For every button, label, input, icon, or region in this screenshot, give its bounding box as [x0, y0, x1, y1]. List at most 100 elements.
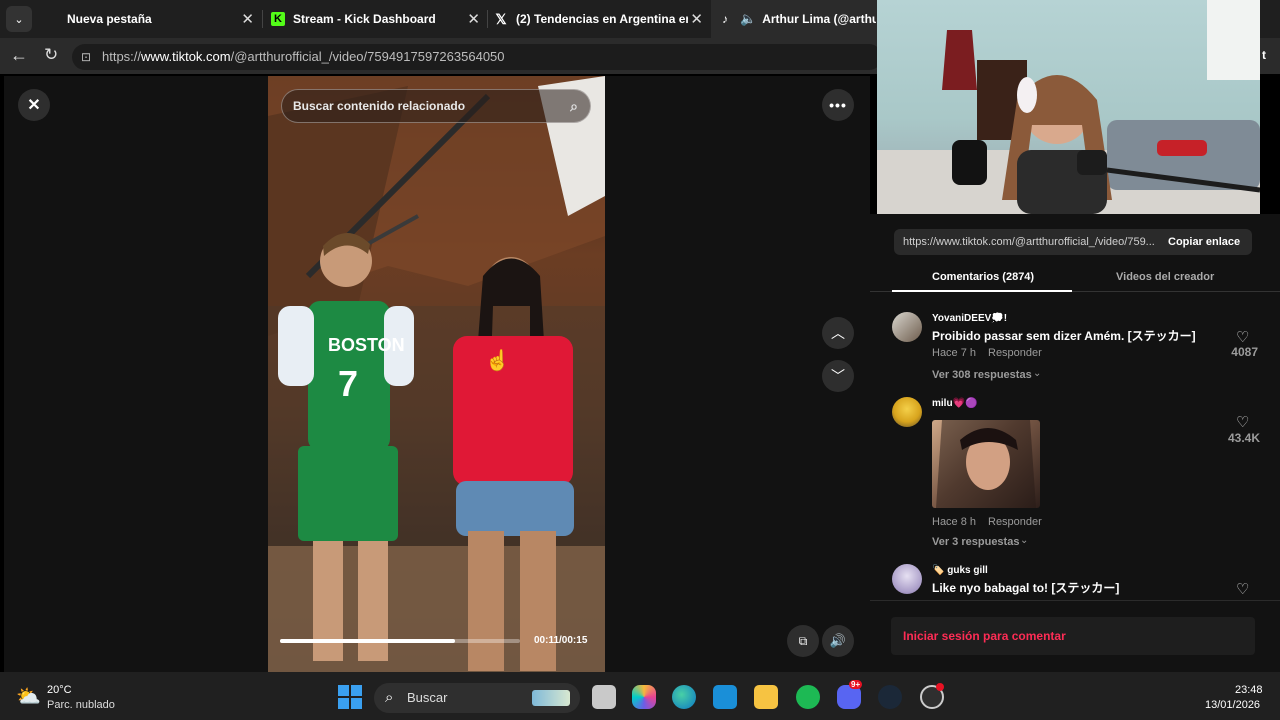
comments-fade-divider	[870, 600, 1280, 601]
comment-image[interactable]	[932, 420, 1040, 508]
next-video-button[interactable]: ﹀	[822, 360, 854, 392]
close-icon: ✕	[27, 97, 41, 114]
share-link-row: https://www.tiktok.com/@artthurofficial_…	[894, 229, 1252, 255]
task-view-icon[interactable]	[592, 685, 616, 709]
tab-x-tendencias[interactable]: 𝕏 (2) Tendencias en Argentina en X ✕	[489, 0, 709, 38]
comment-time: Hace 7 h	[932, 347, 977, 359]
copilot-icon[interactable]	[632, 685, 656, 709]
tab-creator-videos[interactable]: Videos del creador	[1116, 271, 1214, 283]
tab-title: Stream - Kick Dashboard	[293, 12, 436, 26]
discord-badge: 9+	[849, 680, 863, 689]
chevron-down-icon: ⌄	[14, 13, 24, 26]
weather-temp[interactable]: 20°C	[47, 684, 72, 696]
site-info-icon[interactable]: ⊡	[81, 44, 91, 70]
share-url: https://www.tiktok.com/@artthurofficial_…	[903, 236, 1155, 248]
kick-icon: K	[271, 12, 285, 26]
search-highlight-icon	[532, 690, 570, 706]
tab-title: (2) Tendencias en Argentina en X	[516, 12, 688, 26]
svg-text:BOSTON: BOSTON	[328, 335, 405, 355]
search-placeholder: Buscar contenido relacionado	[293, 99, 466, 113]
video-progress-track[interactable]	[280, 639, 520, 643]
tiktok-icon: ♪	[722, 12, 728, 26]
reload-icon[interactable]: ↻	[44, 45, 58, 65]
file-explorer-icon[interactable]	[754, 685, 778, 709]
heart-icon[interactable]: ♡	[1236, 328, 1249, 346]
mouse-cursor-icon: ☝	[485, 350, 510, 372]
volume-icon: 🔊	[829, 633, 847, 648]
comment-image-content	[936, 420, 1036, 508]
search-icon[interactable]: ⌕	[570, 90, 578, 122]
comment-time: Hace 8 h	[932, 516, 977, 528]
avatar[interactable]	[892, 397, 922, 427]
heart-icon[interactable]: ♡	[1236, 580, 1249, 598]
windows-start-icon[interactable]	[338, 685, 362, 709]
back-arrow-icon[interactable]: ←	[10, 45, 28, 66]
video-time: 00:11/00:15	[534, 635, 588, 646]
reply-button[interactable]: Responder	[988, 347, 1042, 359]
microsoft-store-icon[interactable]	[713, 685, 737, 709]
url-host: www.tiktok.com	[141, 49, 231, 64]
like-count: 43.4K	[1227, 431, 1260, 445]
video-player[interactable]: BOSTON 7	[268, 76, 605, 672]
url-prefix: https://	[102, 49, 142, 64]
chevron-down-icon: ﹀	[831, 368, 845, 384]
close-icon[interactable]: ✕	[467, 10, 480, 28]
taskbar-search-label: Buscar	[407, 690, 448, 705]
reply-button[interactable]: Responder	[988, 516, 1042, 528]
weather-icon[interactable]: ⛅	[16, 684, 41, 709]
search-icon: ⌕	[385, 689, 394, 706]
taskbar-search[interactable]: ⌕ Buscar	[374, 683, 580, 713]
tab-list-dropdown-button[interactable]: ⌄	[6, 6, 32, 32]
floating-player-icon: ⧉	[798, 633, 808, 648]
svg-text:7: 7	[338, 363, 358, 404]
like-count: 4087	[1231, 345, 1258, 359]
floating-player-button[interactable]: ⧉	[787, 625, 819, 657]
clock-date[interactable]: 13/01/2026	[1205, 699, 1260, 711]
comment-author[interactable]: milu💗🟣	[932, 398, 977, 409]
extension-cut-text: t	[1262, 48, 1266, 62]
x-icon: 𝕏	[495, 11, 507, 27]
url-path: /@artthurofficial_/video/759491759726356…	[230, 49, 505, 64]
tab-tiktok-active[interactable]: ♪ 🔈 Arthur Lima (@arthuro	[711, 0, 881, 38]
tab-kick-dashboard[interactable]: K Stream - Kick Dashboard ✕	[264, 0, 486, 38]
tab-new-tab[interactable]: Nueva pestaña ✕	[48, 0, 260, 38]
edge-icon[interactable]	[672, 685, 696, 709]
comment-author[interactable]: YovaniDEEV💭!	[932, 313, 1007, 324]
close-viewer-button[interactable]: ✕	[18, 89, 50, 121]
login-to-comment-button[interactable]: Iniciar sesión para comentar	[891, 617, 1255, 655]
notification-dot-icon	[936, 683, 944, 691]
related-content-search[interactable]: Buscar contenido relacionado ⌕	[281, 89, 591, 123]
close-icon[interactable]: ✕	[241, 10, 254, 28]
webcam-overlay	[877, 0, 1260, 214]
weather-desc[interactable]: Parc. nublado	[47, 699, 115, 711]
volume-button[interactable]: 🔊	[822, 625, 854, 657]
avatar[interactable]	[892, 564, 922, 594]
tab-title: Arthur Lima (@arthuro	[762, 12, 877, 26]
discord-icon[interactable]: 9+	[837, 680, 863, 709]
spotify-icon[interactable]	[796, 685, 820, 709]
chevron-down-icon: ⌄	[1020, 535, 1029, 546]
copy-link-button[interactable]: Copiar enlace	[1168, 229, 1240, 255]
view-replies-button[interactable]: Ver 3 respuestas	[932, 536, 1019, 548]
video-progress-fill	[280, 639, 456, 643]
active-tab-indicator	[892, 290, 1072, 292]
comment-author[interactable]: 🏷️ guks gill	[932, 565, 988, 576]
tab-comments[interactable]: Comentarios (2874)	[932, 271, 1034, 283]
more-options-button[interactable]: •••	[822, 89, 854, 121]
steam-icon[interactable]	[878, 685, 902, 709]
address-bar[interactable]: ⊡ https://www.tiktok.com/@artthurofficia…	[72, 44, 882, 70]
clock-time[interactable]: 23:48	[1235, 684, 1263, 696]
close-icon[interactable]: ✕	[690, 10, 703, 28]
avatar[interactable]	[892, 312, 922, 342]
speaker-icon[interactable]: 🔈	[740, 11, 756, 27]
comment-text: Like nyo babagal to! [ステッカー]	[932, 581, 1120, 595]
comment-text: Proibido passar sem dizer Amém. [ステッカー]	[932, 329, 1196, 343]
video-frame: BOSTON 7	[268, 76, 605, 672]
more-icon: •••	[829, 97, 847, 113]
view-replies-button[interactable]: Ver 308 respuestas	[932, 369, 1032, 381]
heart-icon[interactable]: ♡	[1236, 413, 1249, 431]
chevron-up-icon: ︿	[831, 325, 845, 341]
tab-title: Nueva pestaña	[67, 12, 152, 26]
previous-video-button[interactable]: ︿	[822, 317, 854, 349]
webcam-image	[877, 0, 1260, 214]
